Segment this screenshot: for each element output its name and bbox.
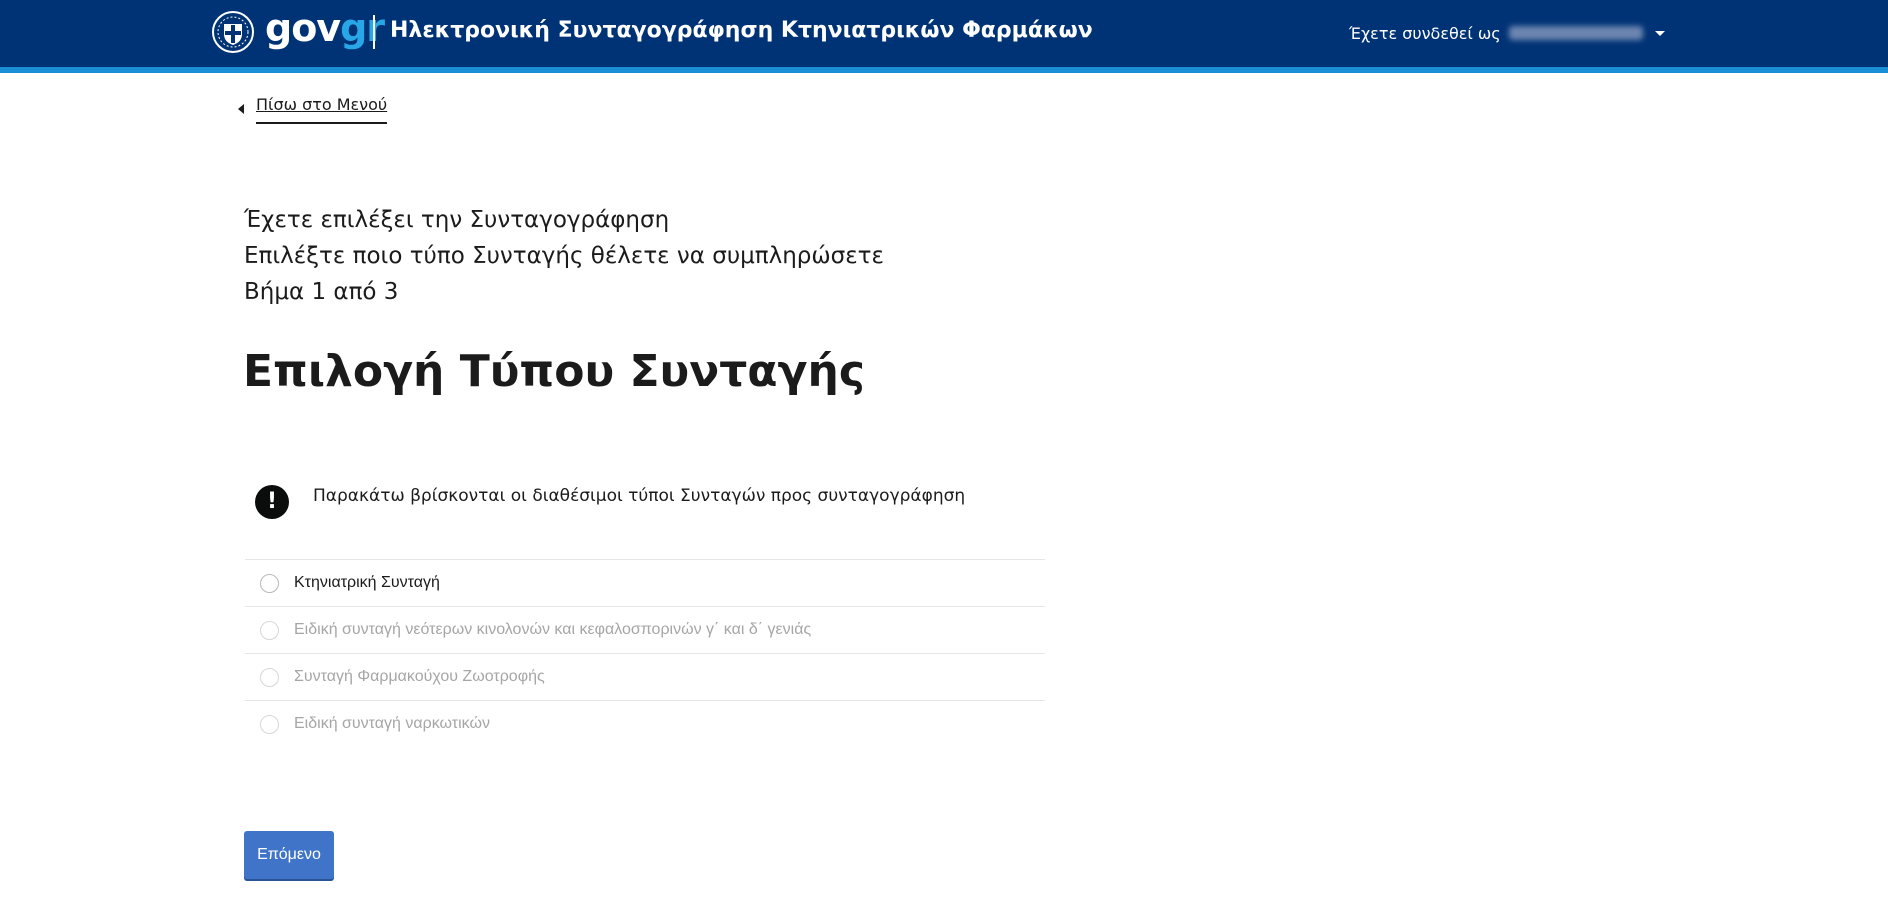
intro-instruction-text: Επιλέξτε ποιο τύπο Συνταγής θέλετε να συ…	[244, 243, 884, 269]
radio-button	[260, 620, 279, 640]
user-name-redacted	[1508, 26, 1643, 40]
top-header: govgr Ηλεκτρονική Συνταγογράφηση Κτηνιατ…	[0, 0, 1888, 67]
intro-selected-text: Έχετε επιλέξει την Συνταγογράφηση	[244, 207, 670, 233]
radio-option-label: Ειδική συνταγή νεότερων κινολονών και κε…	[294, 621, 812, 638]
step-indicator: Βήμα 1 από 3	[244, 279, 399, 305]
exclamation-icon: !	[255, 485, 289, 519]
radio-option-label: Ειδική συνταγή ναρκωτικών	[294, 715, 490, 732]
radio-option-label[interactable]: Κτηνιατρική Συνταγή	[294, 574, 440, 592]
greek-emblem-icon	[212, 11, 254, 53]
next-button[interactable]: Επόμενο	[244, 831, 334, 879]
radio-option-narcotics: Ειδική συνταγή ναρκωτικών	[245, 700, 1045, 747]
radio-option-veterinary-prescription[interactable]: Κτηνιατρική Συνταγή	[245, 559, 1045, 606]
login-label: Έχετε συνδεθεί ως	[1349, 23, 1501, 43]
back-to-menu-link[interactable]: Πίσω στο Μενού	[238, 94, 388, 124]
radio-button[interactable]	[260, 573, 279, 593]
caret-down-icon[interactable]	[1654, 30, 1665, 36]
notice-text: Παρακάτω βρίσκονται οι διαθέσιμοι τύποι …	[313, 486, 966, 506]
caret-left-icon	[238, 104, 244, 114]
govgr-logo[interactable]: govgr	[265, 3, 385, 53]
back-to-menu-label[interactable]: Πίσω στο Μενού	[256, 94, 388, 124]
user-menu[interactable]: Έχετε συνδεθεί ως	[1349, 20, 1665, 46]
radio-option-label: Συνταγή Φαρμακούχου Ζωοτροφής	[294, 668, 545, 685]
app-title: Ηλεκτρονική Συνταγογράφηση Κτηνιατρικών …	[390, 18, 1093, 43]
logo-divider	[373, 15, 375, 49]
header-stripe	[0, 67, 1888, 73]
radio-button	[260, 714, 279, 734]
radio-option-medicated-feed: Συνταγή Φαρμακούχου Ζωοτροφής	[245, 653, 1045, 700]
radio-button	[260, 667, 279, 687]
prescription-type-list: Κτηνιατρική Συνταγή Ειδική συνταγή νεότε…	[245, 559, 1045, 747]
radio-option-quinolones-cephalosporins: Ειδική συνταγή νεότερων κινολονών και κε…	[245, 606, 1045, 653]
page-title: Επιλογή Τύπου Συνταγής	[243, 346, 865, 397]
